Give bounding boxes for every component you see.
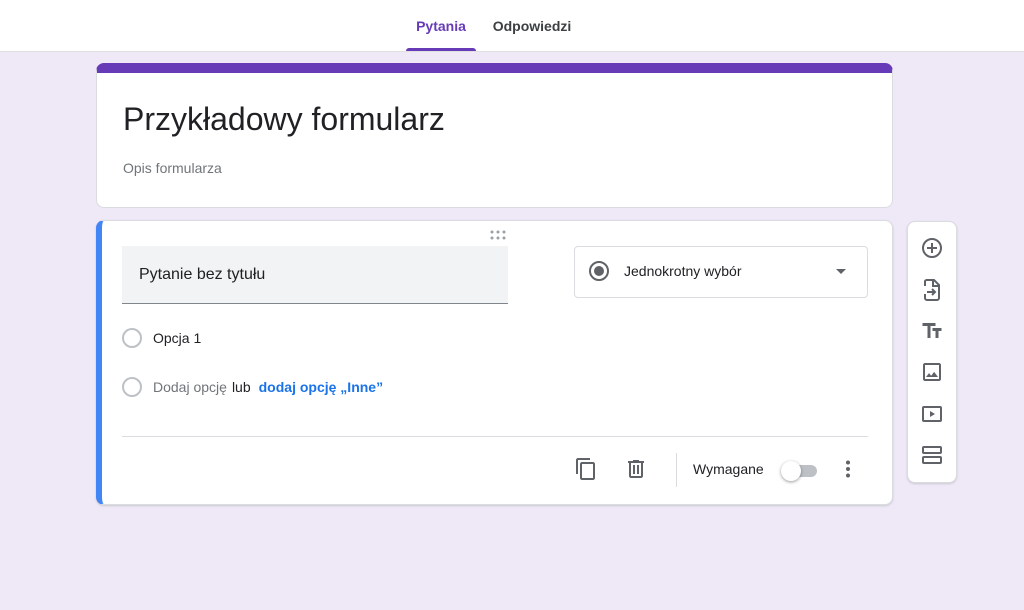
add-option-row: Dodaj opcję lub dodaj opcję „Inne” xyxy=(122,375,383,399)
option-label[interactable]: Opcja 1 xyxy=(153,330,201,346)
option-row[interactable]: Opcja 1 xyxy=(122,326,201,350)
radio-button-icon xyxy=(589,261,609,281)
more-vert-icon[interactable] xyxy=(836,457,860,481)
add-image-icon[interactable] xyxy=(920,360,944,384)
chevron-down-icon xyxy=(836,269,846,274)
form-title[interactable]: Przykładowy formularz xyxy=(123,101,445,138)
required-label: Wymagane xyxy=(693,461,764,477)
form-header-card: Przykładowy formularz Opis formularza xyxy=(96,63,893,208)
footer-divider xyxy=(122,436,868,437)
form-description[interactable]: Opis formularza xyxy=(123,160,222,176)
duplicate-icon[interactable] xyxy=(574,457,598,481)
required-toggle[interactable] xyxy=(781,461,817,481)
import-questions-icon[interactable] xyxy=(920,278,944,302)
tab-questions[interactable]: Pytania xyxy=(406,0,476,51)
trash-icon[interactable] xyxy=(624,457,648,481)
add-video-icon[interactable] xyxy=(920,402,944,426)
add-other-option-link[interactable]: dodaj opcję „Inne” xyxy=(259,379,383,395)
toggle-thumb xyxy=(781,461,801,481)
drag-handle-icon[interactable] xyxy=(488,229,508,241)
or-text: lub xyxy=(231,379,251,395)
add-title-icon[interactable] xyxy=(920,319,944,343)
add-option-input[interactable]: Dodaj opcję xyxy=(153,379,227,395)
add-question-icon[interactable] xyxy=(920,236,944,260)
add-section-icon[interactable] xyxy=(920,443,944,467)
question-type-select[interactable]: Jednokrotny wybór xyxy=(574,246,868,298)
side-toolbar xyxy=(907,221,957,483)
tab-responses[interactable]: Odpowiedzi xyxy=(484,0,580,51)
question-type-label: Jednokrotny wybór xyxy=(624,263,742,279)
question-card[interactable]: Pytanie bez tytułu Jednokrotny wybór Opc… xyxy=(96,220,893,505)
question-title-input[interactable]: Pytanie bez tytułu xyxy=(122,246,508,304)
footer-separator xyxy=(676,453,677,487)
radio-icon xyxy=(122,328,142,348)
top-tab-bar: Pytania Odpowiedzi xyxy=(0,0,1024,52)
radio-icon xyxy=(122,377,142,397)
